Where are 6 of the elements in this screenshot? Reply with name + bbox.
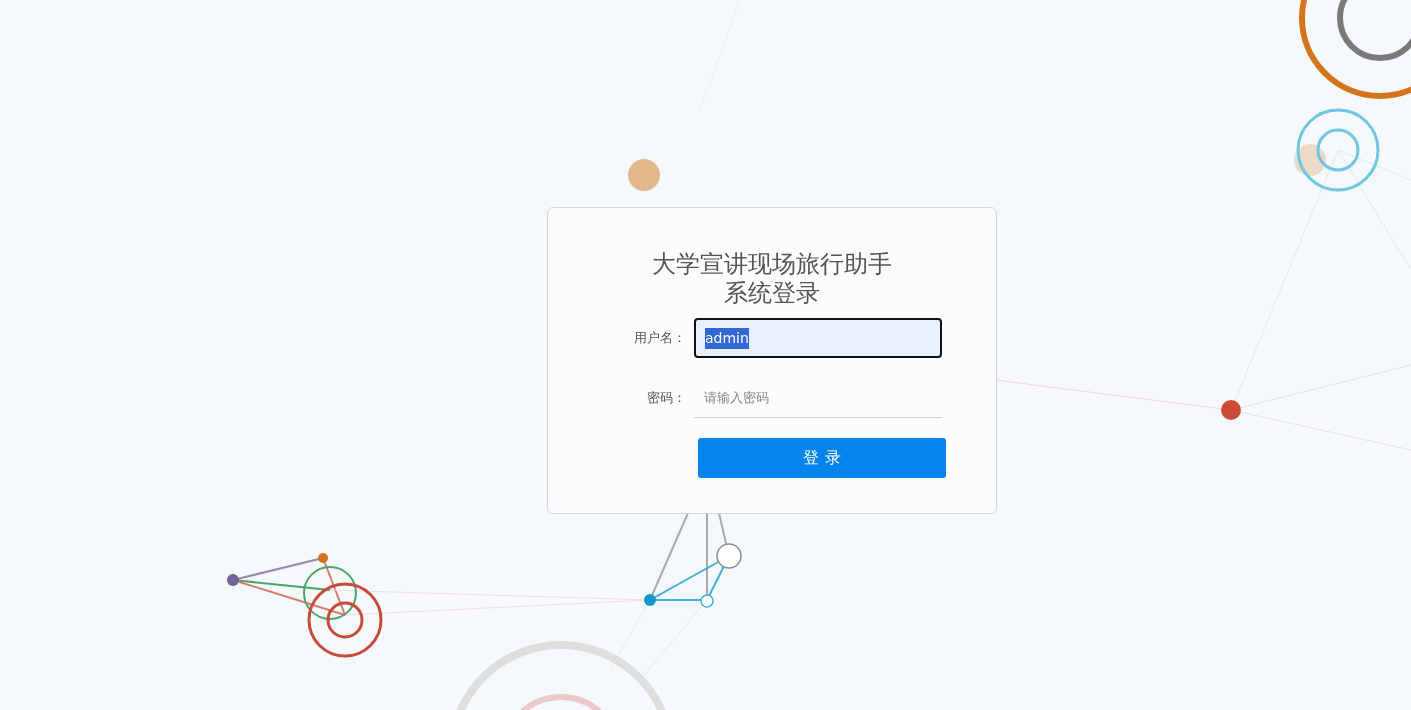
field-label: 用户名：	[633, 329, 687, 348]
field-label: 密码：	[646, 389, 687, 408]
input-field[interactable]: admin	[694, 318, 942, 358]
input-field[interactable]: 请输入密码	[694, 378, 942, 418]
login-button[interactable]: 登 录	[698, 438, 946, 478]
login-title: 大学宣讲现场旅行助手系统登录	[651, 250, 893, 308]
